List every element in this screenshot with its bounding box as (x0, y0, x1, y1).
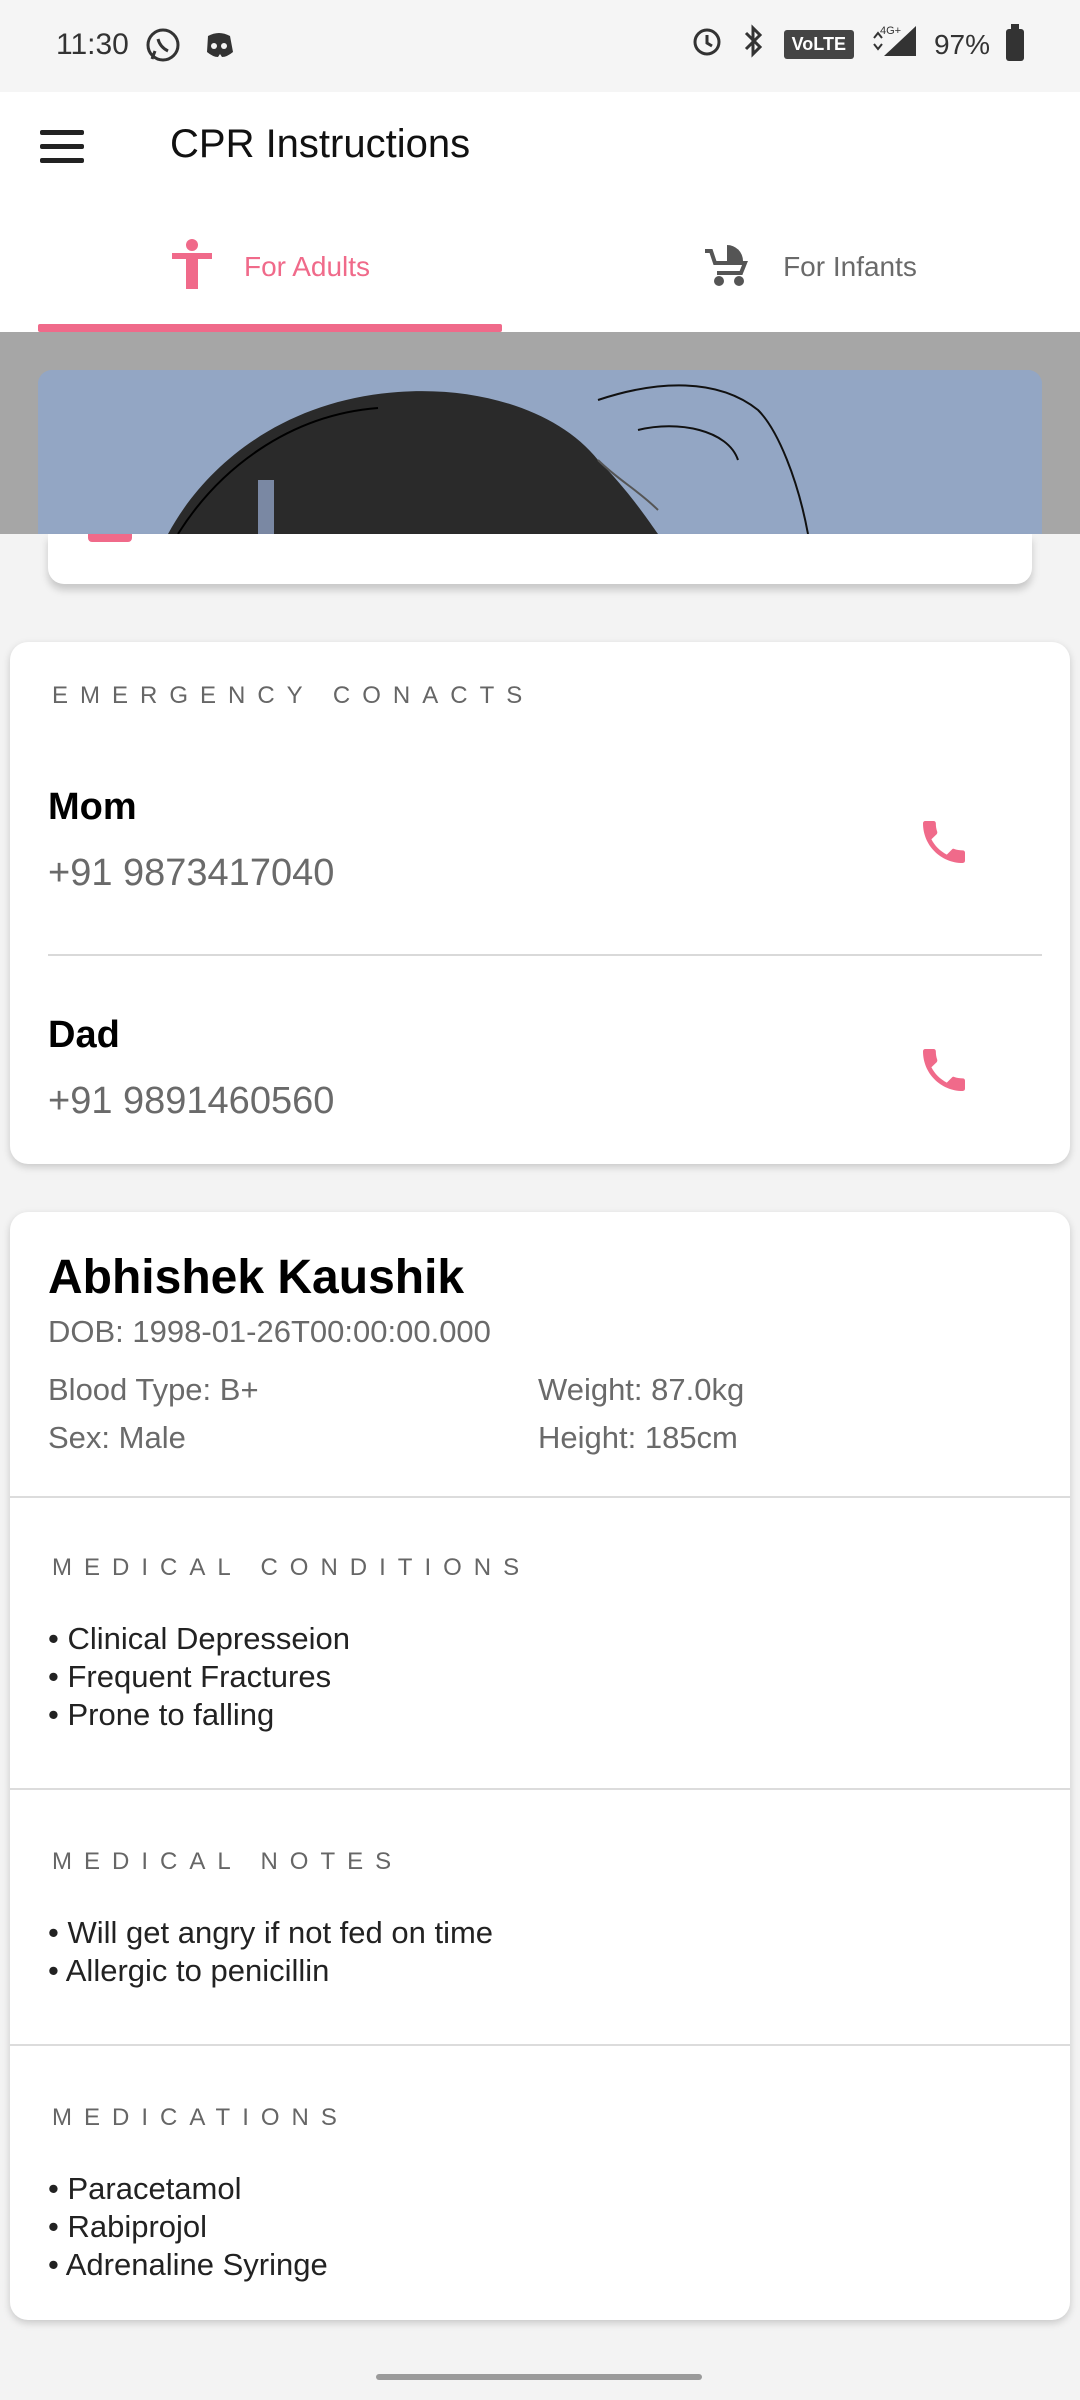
stroller-icon (703, 241, 753, 294)
list-item: • Will get angry if not fed on time (48, 1915, 494, 1950)
bluetooth-icon (740, 24, 768, 65)
step-marker (88, 534, 132, 542)
list-item: • Adrenaline Syringe (48, 2247, 328, 2282)
medications-list: • Paracetamol • Rabiprojol • Adrenaline … (48, 2170, 328, 2284)
divider (10, 2044, 1070, 2046)
phone-icon[interactable] (916, 814, 972, 870)
home-indicator[interactable] (376, 2374, 702, 2380)
tab-for-adults[interactable]: For Adults (0, 202, 540, 332)
divider (10, 1788, 1070, 1790)
discord-icon (200, 26, 238, 69)
phone-icon[interactable] (916, 1042, 972, 1098)
contact-phone: +91 9873417040 (48, 852, 335, 894)
tab-label: For Infants (783, 251, 917, 282)
status-left-icons (144, 26, 238, 69)
status-right-icons: VoLTE 4G+ 97% (690, 23, 1024, 65)
app-bar: CPR Instructions (0, 92, 1080, 202)
instruction-card-bottom (48, 534, 1032, 584)
contact-item[interactable]: Dad +91 9891460560 (48, 1014, 1042, 1194)
weight: Weight: 87.0kg (538, 1372, 745, 1407)
battery-percent: 97% (933, 28, 990, 60)
status-bar: 11:30 VoLTE 4G+ 97% (0, 0, 1080, 92)
contact-phone: +91 9891460560 (48, 1080, 335, 1122)
svg-text:4G+: 4G+ (880, 25, 901, 37)
page-title: CPR Instructions (170, 122, 471, 166)
medical-profile-card: Abhishek Kaushik DOB: 1998-01-26T00:00:0… (10, 1212, 1070, 2320)
battery-icon (1006, 23, 1024, 61)
blood-type: Blood Type: B+ (48, 1372, 259, 1407)
section-title: MEDICATIONS (52, 2104, 349, 2131)
section-title: MEDICAL CONDITIONS (52, 1554, 532, 1581)
accessibility-icon (170, 238, 214, 296)
whatsapp-icon (144, 26, 182, 69)
list-item: • Frequent Fractures (48, 1659, 332, 1694)
emergency-contacts-card: EMERGENCY CONACTS Mom +91 9873417040 Dad… (10, 642, 1070, 1164)
signal-4g-icon: 4G+ (870, 24, 918, 65)
status-time: 11:30 (56, 28, 129, 61)
list-item: • Prone to falling (48, 1697, 275, 1732)
medical-conditions-list: • Clinical Depresseion • Frequent Fractu… (48, 1620, 350, 1734)
tab-label: For Adults (243, 251, 371, 282)
sex: Sex: Male (48, 1420, 186, 1455)
contact-name: Mom (48, 786, 137, 828)
divider (10, 1496, 1070, 1498)
contact-name: Dad (48, 1014, 120, 1056)
list-item: • Paracetamol (48, 2171, 242, 2206)
cpr-illustration (38, 370, 1042, 534)
contact-item[interactable]: Mom +91 9873417040 (48, 786, 1042, 966)
volte-icon: VoLTE (783, 30, 854, 59)
list-item: • Rabiprojol (48, 2209, 208, 2244)
active-tab-indicator (38, 324, 502, 332)
divider (48, 954, 1042, 956)
list-item: • Clinical Depresseion (48, 1621, 351, 1656)
list-item: • Allergic to penicillin (48, 1953, 330, 1988)
tab-bar: For Adults For Infants (0, 202, 1080, 332)
medical-notes-list: • Will get angry if not fed on time • Al… (48, 1914, 493, 1990)
section-title: EMERGENCY CONACTS (52, 682, 535, 709)
height: Height: 185cm (538, 1420, 738, 1455)
menu-icon[interactable] (40, 118, 96, 174)
patient-name: Abhishek Kaushik (48, 1251, 465, 1304)
tab-for-infants[interactable]: For Infants (540, 202, 1080, 332)
section-title: MEDICAL NOTES (52, 1848, 404, 1875)
patient-dob: DOB: 1998-01-26T00:00:00.000 (48, 1314, 491, 1349)
alarm-icon (690, 24, 724, 65)
